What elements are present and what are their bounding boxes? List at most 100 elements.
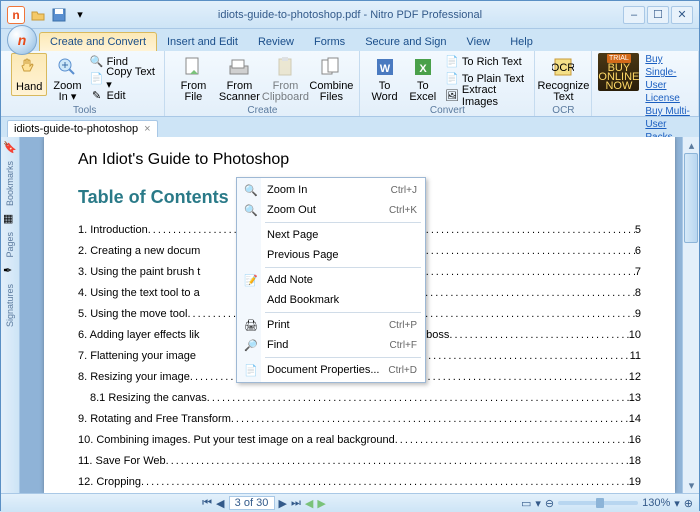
ctx-find[interactable]: 🔎FindCtrl+F <box>239 335 423 355</box>
window-controls: – ☐ ✕ <box>623 6 693 24</box>
window-title: idiots-guide-to-photoshop.pdf - Nitro PD… <box>218 9 482 21</box>
from-clipboard-button: From Clipboard <box>263 53 307 105</box>
svg-text:X: X <box>419 63 427 75</box>
group-create: From File From Scanner From Clipboard Co… <box>165 51 360 116</box>
prev-page-button[interactable]: ◀ <box>216 497 224 510</box>
ctx-previous-page[interactable]: Previous Page <box>239 245 423 265</box>
zoom-out-button[interactable]: ⊖ <box>545 497 554 510</box>
note-icon: 📝 <box>243 272 259 288</box>
zoom-slider[interactable] <box>558 501 638 505</box>
hand-button[interactable]: Hand <box>11 53 47 96</box>
zoom-level: 130% <box>642 497 670 509</box>
tab-create-convert[interactable]: Create and Convert <box>39 32 157 51</box>
tools-label: Tools <box>73 105 96 118</box>
close-button[interactable]: ✕ <box>671 6 693 24</box>
ctx-add-note[interactable]: 📝Add Note <box>239 270 423 290</box>
side-panel: 🔖 Bookmarks ▦ Pages ✒ Signatures <box>1 137 20 493</box>
buy-single-link[interactable]: Buy Single-User License <box>645 53 692 105</box>
qat-dropdown-icon[interactable]: ▾ <box>71 6 89 24</box>
application-menu-orb[interactable] <box>7 25 37 55</box>
scanner-icon <box>227 55 251 79</box>
extract-images-button[interactable]: 🖼Extract Images <box>443 87 529 104</box>
prev-view-button[interactable]: ◀ <box>305 497 313 510</box>
open-icon[interactable] <box>29 6 47 24</box>
ctx-add-bookmark[interactable]: Add Bookmark <box>239 290 423 310</box>
from-scanner-button[interactable]: From Scanner <box>217 53 261 105</box>
buy-online-button[interactable]: TRIAL BUY ONLINE NOW <box>598 53 639 91</box>
zoom-in-button[interactable]: Zoom In ▾ <box>49 53 85 105</box>
toc-row: 9. Rotating and Free Transform .........… <box>78 409 641 430</box>
svg-text:W: W <box>379 63 390 75</box>
to-rich-text-button[interactable]: 📄To Rich Text <box>443 53 529 70</box>
app-icon: n <box>7 6 25 24</box>
last-page-button[interactable]: ⏭ <box>291 497 301 510</box>
tab-review[interactable]: Review <box>248 33 304 51</box>
tab-secure-sign[interactable]: Secure and Sign <box>355 33 456 51</box>
pages-icon[interactable]: ▦ <box>3 212 17 226</box>
tab-help[interactable]: Help <box>500 33 543 51</box>
bookmarks-icon[interactable]: 🔖 <box>3 141 17 155</box>
bookmarks-tab[interactable]: Bookmarks <box>3 157 17 210</box>
word-icon: W <box>373 55 397 79</box>
pages-tab[interactable]: Pages <box>3 228 17 262</box>
ctx-print[interactable]: 🖨PrintCtrl+P <box>239 315 423 335</box>
toc-row: 8.1 Resizing the canvas ................… <box>78 388 641 409</box>
extract-icon: 🖼 <box>445 89 459 103</box>
next-page-button[interactable]: ▶ <box>279 497 287 510</box>
combine-files-button[interactable]: Combine Files <box>309 53 353 105</box>
copy-icon: 📄 <box>90 72 104 86</box>
group-ocr: OCRRecognize Text OCR <box>535 51 592 116</box>
maximize-button[interactable]: ☐ <box>647 6 669 24</box>
ctx-zoom-in[interactable]: 🔍Zoom InCtrl+J <box>239 180 423 200</box>
tab-forms[interactable]: Forms <box>304 33 355 51</box>
minimize-button[interactable]: – <box>623 6 645 24</box>
rich-text-icon: 📄 <box>445 55 459 69</box>
scroll-down-icon[interactable]: ▾ <box>683 477 699 493</box>
ocr-icon: OCR <box>551 55 575 79</box>
tab-insert-edit[interactable]: Insert and Edit <box>157 33 248 51</box>
save-icon[interactable] <box>50 6 68 24</box>
next-view-button[interactable]: ▶ <box>317 497 325 510</box>
from-file-button[interactable]: From File <box>171 53 215 105</box>
find-icon: 🔍 <box>90 55 104 69</box>
scroll-thumb[interactable] <box>684 153 698 243</box>
group-trial: TRIAL BUY ONLINE NOW Buy Single-User Lic… <box>592 51 699 116</box>
vertical-scrollbar[interactable]: ▴ ▾ <box>682 137 699 493</box>
clipboard-icon <box>273 55 297 79</box>
page-navigation: ⏮ ◀ 3 of 30 ▶ ⏭ ◀ ▶ <box>202 496 326 510</box>
page-number-field[interactable]: 3 of 30 <box>229 496 275 510</box>
ctx-zoom-out[interactable]: 🔍Zoom OutCtrl+K <box>239 200 423 220</box>
edit-button[interactable]: ✎Edit <box>88 87 159 104</box>
group-tools: Hand Zoom In ▾ 🔍Find 📄Copy Text ▾ ✎Edit … <box>5 51 165 116</box>
ctx-document-properties-[interactable]: 📄Document Properties...Ctrl+D <box>239 360 423 380</box>
signatures-tab[interactable]: Signatures <box>3 280 17 331</box>
document-tab[interactable]: idiots-guide-to-photoshop × <box>7 120 158 137</box>
zoom-in-button[interactable]: ⊕ <box>684 497 693 510</box>
document-tab-bar: idiots-guide-to-photoshop × <box>1 117 699 137</box>
recognize-text-button[interactable]: OCRRecognize Text <box>541 53 585 105</box>
ocr-label: OCR <box>552 105 574 118</box>
ribbon-tabs: Create and Convert Insert and Edit Revie… <box>1 29 699 51</box>
to-word-button[interactable]: WTo Word <box>366 53 402 105</box>
tab-view[interactable]: View <box>457 33 501 51</box>
view-mode-dropdown[interactable]: ▾ <box>535 497 541 510</box>
to-excel-button[interactable]: XTo Excel <box>405 53 441 105</box>
plain-text-icon: 📄 <box>445 72 459 86</box>
view-mode-icon[interactable]: ▭ <box>521 497 531 510</box>
toc-row: 12. Cropping ...........................… <box>78 472 641 493</box>
group-convert: WTo Word XTo Excel 📄To Rich Text 📄To Pla… <box>360 51 535 116</box>
zoom-dropdown[interactable]: ▾ <box>674 497 680 510</box>
from-file-icon <box>181 55 205 79</box>
toc-row: 10. Combining images. Put your test imag… <box>78 430 641 451</box>
svg-text:OCR: OCR <box>552 62 574 74</box>
scroll-up-icon[interactable]: ▴ <box>683 137 699 153</box>
doc-tab-close[interactable]: × <box>144 123 150 135</box>
doc-icon: 📄 <box>243 362 259 378</box>
signatures-icon[interactable]: ✒ <box>3 264 17 278</box>
ctx-next-page[interactable]: Next Page <box>239 225 423 245</box>
zoom-label: Zoom In ▾ <box>49 81 85 103</box>
first-page-button[interactable]: ⏮ <box>202 497 212 510</box>
title-bar: n ▾ idiots-guide-to-photoshop.pdf - Nitr… <box>1 1 699 29</box>
copy-text-button[interactable]: 📄Copy Text ▾ <box>88 70 159 87</box>
context-menu: 🔍Zoom InCtrl+J🔍Zoom OutCtrl+K Next PagePr… <box>236 177 426 383</box>
